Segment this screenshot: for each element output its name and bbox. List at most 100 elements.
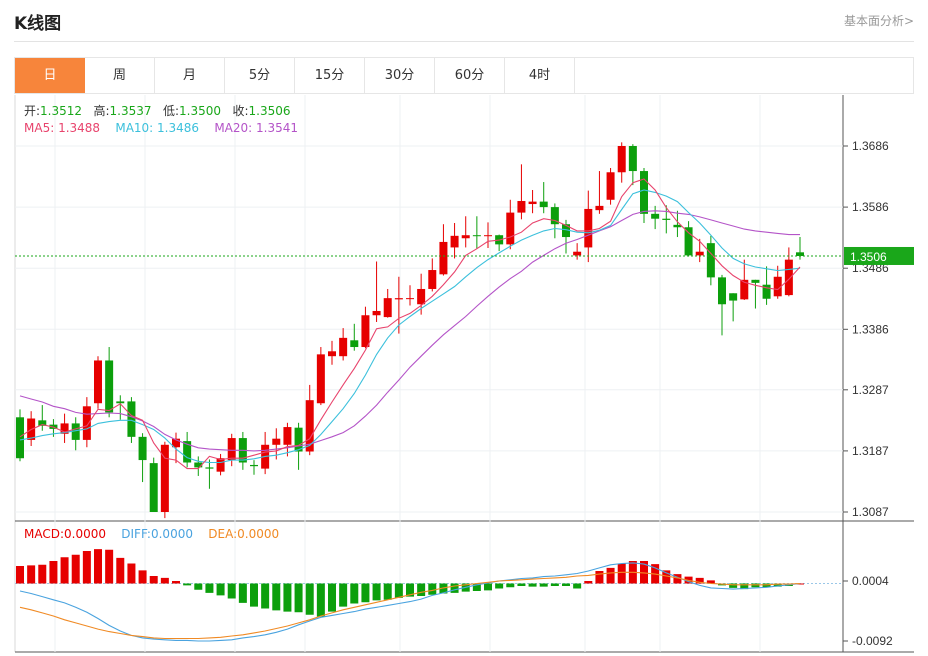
candle-body-8 <box>105 360 114 413</box>
macd-bar-14 <box>172 581 180 584</box>
macd-bar-9 <box>116 557 125 584</box>
macd-bar-23 <box>272 583 281 611</box>
macd-bar-30 <box>350 583 359 604</box>
macd-bar-42 <box>484 583 492 591</box>
close-label: 收: <box>232 104 249 118</box>
macd-bar-0 <box>16 566 24 584</box>
macd-bar-8 <box>105 549 114 584</box>
candle-body-51 <box>584 208 593 248</box>
candle-body-61 <box>695 251 704 256</box>
candle-body-12 <box>149 463 158 512</box>
ma10-line <box>19 189 801 464</box>
open-value: 1.3512 <box>40 104 83 118</box>
candle-body-11 <box>138 436 147 461</box>
price-tick-label-6: 1.3087 <box>852 505 889 519</box>
candle-body-53 <box>606 172 615 200</box>
macd-bar-10 <box>127 563 136 584</box>
macd-bar-52 <box>595 571 604 584</box>
ma10-value: 1.3486 <box>157 121 200 135</box>
macd-bar-33 <box>383 583 392 600</box>
candle-body-18 <box>216 458 225 472</box>
candle-body-66 <box>751 279 760 283</box>
candle-body-42 <box>484 235 492 237</box>
low-value: 1.3500 <box>179 104 222 118</box>
dea-label: DEA: <box>208 527 238 541</box>
candle-body-38 <box>439 241 448 275</box>
candle-body-31 <box>361 315 370 348</box>
candle-body-40 <box>461 235 470 239</box>
macd-bar-25 <box>294 583 303 613</box>
low-label: 低: <box>163 104 180 118</box>
diff-label: DIFF: <box>121 527 151 541</box>
candle-body-29 <box>339 337 348 357</box>
macd-legend: MACD:0.0000 DIFF:0.0000 DEA:0.0000 <box>24 527 279 541</box>
price-tick-label-3: 1.3386 <box>852 322 889 336</box>
candle-body-7 <box>94 360 102 404</box>
candle-body-57 <box>651 213 660 219</box>
candle-body-63 <box>718 277 726 305</box>
candle-body-37 <box>428 270 437 289</box>
macd-bar-4 <box>60 557 69 584</box>
candle-body-23 <box>272 438 281 445</box>
macd-bar-49 <box>562 583 570 586</box>
candle-body-45 <box>517 200 526 213</box>
candle-body-21 <box>250 464 258 467</box>
macd-bar-51 <box>584 581 593 584</box>
ma20-value: 1.3541 <box>256 121 299 135</box>
macd-bar-37 <box>428 583 437 595</box>
macd-bar-53 <box>606 567 615 584</box>
macd-bar-15 <box>183 583 192 586</box>
open-label: 开: <box>24 104 41 118</box>
candle-body-33 <box>383 298 392 318</box>
kline-chart[interactable]: 1.3686 1.3586 1.3486 1.3386 1.3287 1.3187 1.30… <box>0 0 928 656</box>
price-tick-label-1: 1.3586 <box>852 200 889 214</box>
candle-body-56 <box>640 171 648 214</box>
macd-bar-13 <box>160 577 169 584</box>
candle-body-58 <box>662 218 671 220</box>
candle-body-70 <box>796 252 804 256</box>
candle-body-27 <box>316 354 325 404</box>
ma5-line <box>19 178 801 470</box>
macd-bar-44 <box>506 583 515 588</box>
macd-tick-label-1: -0.0092 <box>852 634 893 648</box>
macd-tick-label-0: 0.0004 <box>852 574 889 588</box>
macd-bar-43 <box>495 583 504 589</box>
ohlc-legend: 开:1.3512 高:1.3537 低:1.3500 收:1.3506 <box>24 102 291 119</box>
macd-bar-32 <box>372 583 381 601</box>
candle-body-52 <box>595 205 604 211</box>
macd-bar-16 <box>194 583 203 590</box>
macd-bar-12 <box>149 576 158 584</box>
macd-bar-54 <box>617 563 626 584</box>
macd-bar-6 <box>82 551 91 584</box>
candle-body-30 <box>350 340 359 348</box>
macd-bar-21 <box>250 583 258 607</box>
macd-bar-22 <box>261 583 270 609</box>
macd-bar-17 <box>205 583 214 593</box>
ma5-value: 1.3488 <box>58 121 101 135</box>
candle-body-62 <box>706 243 715 278</box>
candle-body-64 <box>729 293 738 301</box>
candle-body-28 <box>328 351 336 357</box>
candle-body-54 <box>617 146 626 173</box>
macd-bar-20 <box>238 583 247 603</box>
high-value: 1.3537 <box>109 104 152 118</box>
close-value: 1.3506 <box>248 104 291 118</box>
candle-body-36 <box>417 288 426 305</box>
macd-bar-24 <box>283 583 292 612</box>
candle-body-55 <box>628 146 637 172</box>
macd-bar-31 <box>361 583 370 603</box>
macd-bar-28 <box>328 583 336 612</box>
candle-body-17 <box>205 467 214 469</box>
candle-body-19 <box>227 438 236 461</box>
candle-body-9 <box>116 401 125 404</box>
macd-bar-5 <box>71 554 80 584</box>
macd-bar-27 <box>316 583 325 617</box>
current-price-label: 1.3506 <box>850 250 887 264</box>
candle-body-25 <box>294 427 303 452</box>
ma5-label: MA5: <box>24 121 55 135</box>
macd-bar-39 <box>450 583 459 593</box>
macd-bar-19 <box>227 583 236 599</box>
macd-bar-48 <box>550 583 559 586</box>
ma-legend: MA5: 1.3488 MA10: 1.3486 MA20: 1.3541 <box>24 121 298 135</box>
ma10-label: MA10: <box>115 121 154 135</box>
